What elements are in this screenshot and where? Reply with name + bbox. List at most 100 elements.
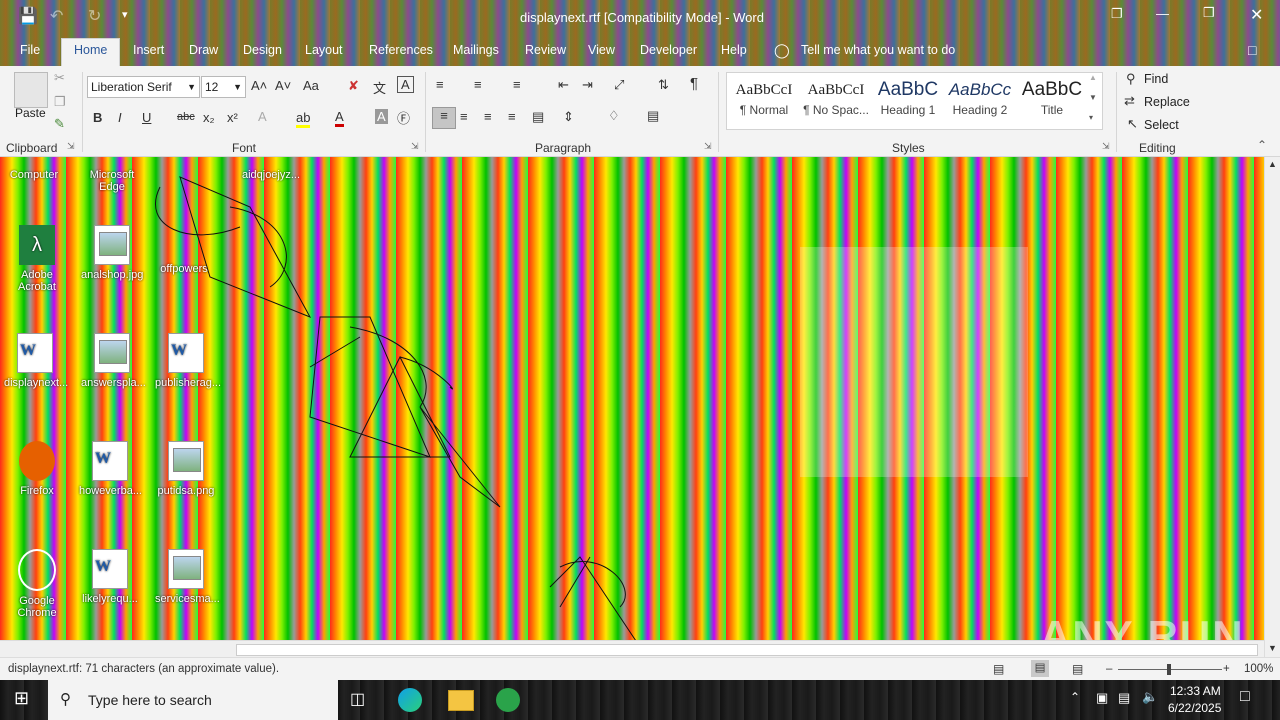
- desktop-icon-chrome[interactable]: Google Chrome: [6, 549, 68, 619]
- taskbar-search-box[interactable]: ⚲ Type here to search: [48, 680, 338, 720]
- tab-home[interactable]: Home: [61, 38, 121, 67]
- underline-button[interactable]: U: [142, 110, 151, 125]
- superscript-button[interactable]: x²: [227, 110, 238, 125]
- tab-review[interactable]: Review: [525, 42, 566, 66]
- clock-date[interactable]: 6/22/2025: [1168, 701, 1221, 715]
- asian-layout-icon[interactable]: ⤢: [614, 77, 624, 93]
- web-layout-icon[interactable]: ▤: [1072, 658, 1083, 681]
- security-tray-icon[interactable]: ▣: [1096, 690, 1108, 706]
- zoom-slider-thumb[interactable]: [1167, 664, 1171, 675]
- find-button[interactable]: Find: [1144, 72, 1168, 86]
- font-color-button[interactable]: A: [335, 109, 344, 127]
- styles-scroll-down-icon[interactable]: ▼: [1089, 93, 1097, 102]
- clock-time[interactable]: 12:33 AM: [1170, 684, 1221, 698]
- subscript-button[interactable]: x₂: [203, 110, 215, 125]
- network-icon[interactable]: ▤: [1118, 690, 1130, 706]
- borders-icon[interactable]: ▤: [647, 108, 659, 124]
- app-taskbar-icon[interactable]: [496, 688, 520, 712]
- styles-scroll-up-icon[interactable]: ▲: [1089, 73, 1097, 82]
- file-explorer-icon[interactable]: [448, 690, 474, 711]
- ribbon-display-options-icon[interactable]: ❐: [1111, 6, 1123, 22]
- collapse-ribbon-icon[interactable]: ⌃: [1257, 138, 1267, 152]
- numbering-icon[interactable]: ≡: [474, 77, 482, 92]
- volume-icon[interactable]: 🔈: [1142, 689, 1158, 705]
- desktop-icon-firefox[interactable]: Firefox: [6, 441, 68, 497]
- decrease-indent-icon[interactable]: ⇤: [558, 77, 569, 93]
- bullets-icon[interactable]: ≡: [436, 77, 444, 92]
- vertical-scrollbar[interactable]: ▲ ▼: [1264, 157, 1280, 657]
- tab-view[interactable]: View: [588, 42, 615, 66]
- tab-insert[interactable]: Insert: [133, 42, 164, 66]
- redo-icon[interactable]: ↻: [88, 6, 101, 26]
- change-case-button[interactable]: Aa: [303, 78, 319, 93]
- tab-layout[interactable]: Layout: [305, 42, 343, 66]
- zoom-level[interactable]: 100%: [1244, 658, 1273, 681]
- styles-more-icon[interactable]: ▾: [1089, 113, 1093, 122]
- tell-me-search[interactable]: Tell me what you want to do: [801, 42, 955, 66]
- cut-icon[interactable]: ✂: [54, 70, 65, 86]
- horizontal-scrollbar[interactable]: [0, 640, 1264, 658]
- grow-font-button[interactable]: A˄: [251, 78, 267, 93]
- phonetic-guide-icon[interactable]: 文: [373, 78, 386, 97]
- print-layout-icon[interactable]: ▤: [1031, 660, 1049, 677]
- character-border-icon[interactable]: A: [397, 76, 414, 93]
- read-mode-icon[interactable]: ▤: [993, 658, 1004, 681]
- scroll-up-icon[interactable]: ▲: [1268, 159, 1277, 169]
- restore-icon[interactable]: ❒: [1203, 5, 1215, 21]
- increase-indent-icon[interactable]: ⇥: [582, 77, 593, 93]
- clipboard-launcher-icon[interactable]: ⇲: [67, 141, 75, 152]
- tab-file[interactable]: File: [20, 42, 40, 66]
- desktop-icon-acrobat[interactable]: λ Adobe Acrobat: [6, 225, 68, 293]
- align-center-icon[interactable]: ≡: [460, 109, 468, 124]
- save-icon[interactable]: 💾: [18, 6, 38, 26]
- notifications-icon[interactable]: □: [1240, 688, 1250, 706]
- style-heading-1[interactable]: AaBbC Heading 1: [872, 77, 944, 117]
- edge-taskbar-icon[interactable]: [398, 688, 422, 712]
- distributed-icon[interactable]: ▤: [532, 109, 544, 125]
- horizontal-scroll-thumb[interactable]: [236, 644, 1258, 656]
- tab-design[interactable]: Design: [243, 42, 282, 66]
- minimize-icon[interactable]: —: [1156, 6, 1169, 21]
- tab-draw[interactable]: Draw: [189, 42, 218, 66]
- format-painter-icon[interactable]: ✎: [54, 116, 65, 132]
- task-view-icon[interactable]: ◫: [350, 689, 365, 709]
- clear-formatting-icon[interactable]: ✘: [348, 78, 359, 94]
- align-left-icon[interactable]: ≡: [432, 107, 456, 129]
- desktop-icon-displaynext[interactable]: W displaynext...: [4, 333, 68, 389]
- font-launcher-icon[interactable]: ⇲: [411, 141, 419, 152]
- strikethrough-button[interactable]: abc: [177, 111, 195, 123]
- style-no-spacing[interactable]: AaBbCcI ¶ No Spac...: [800, 77, 872, 117]
- comments-icon[interactable]: □: [1248, 42, 1256, 66]
- multilevel-list-icon[interactable]: ≡: [513, 77, 521, 92]
- line-spacing-icon[interactable]: ⇕: [563, 109, 574, 125]
- bold-button[interactable]: B: [93, 110, 102, 125]
- shrink-font-button[interactable]: A˅: [275, 78, 291, 93]
- zoom-out-icon[interactable]: –: [1106, 658, 1112, 681]
- text-effects-icon[interactable]: A: [258, 109, 267, 124]
- styles-launcher-icon[interactable]: ⇲: [1102, 141, 1110, 152]
- font-size-box[interactable]: 12 ▼: [201, 76, 246, 98]
- character-shading-icon[interactable]: A: [375, 109, 388, 124]
- paragraph-launcher-icon[interactable]: ⇲: [704, 141, 712, 152]
- select-button[interactable]: Select: [1144, 118, 1179, 132]
- show-formatting-icon[interactable]: ¶: [690, 75, 698, 92]
- copy-icon[interactable]: ❐: [54, 94, 66, 110]
- justify-icon[interactable]: ≡: [508, 109, 516, 124]
- style-normal[interactable]: AaBbCcI ¶ Normal: [728, 77, 800, 117]
- highlight-color-button[interactable]: ab: [296, 110, 311, 128]
- show-hidden-icons-icon[interactable]: ⌃: [1070, 690, 1080, 704]
- zoom-in-icon[interactable]: +: [1223, 658, 1230, 681]
- tab-developer[interactable]: Developer: [640, 42, 697, 66]
- paste-button[interactable]: Paste: [15, 106, 46, 120]
- document-area[interactable]: Computer Microsoft Edge aidqjoejyz... λ …: [0, 157, 1264, 659]
- shading-icon[interactable]: ♢: [608, 108, 620, 124]
- align-right-icon[interactable]: ≡: [484, 109, 492, 124]
- start-windows-icon[interactable]: ⊞: [14, 688, 29, 709]
- style-title[interactable]: AaBbC Title: [1016, 77, 1088, 117]
- style-heading-2[interactable]: AaBbCc Heading 2: [944, 77, 1016, 117]
- font-name-box[interactable]: Liberation Serif ▼: [87, 76, 200, 98]
- close-icon[interactable]: ✕: [1250, 5, 1263, 25]
- sort-icon[interactable]: ⇅: [658, 77, 669, 93]
- word-count-status[interactable]: displaynext.rtf: 71 characters (an appro…: [8, 658, 279, 681]
- undo-icon[interactable]: ↶: [50, 6, 63, 26]
